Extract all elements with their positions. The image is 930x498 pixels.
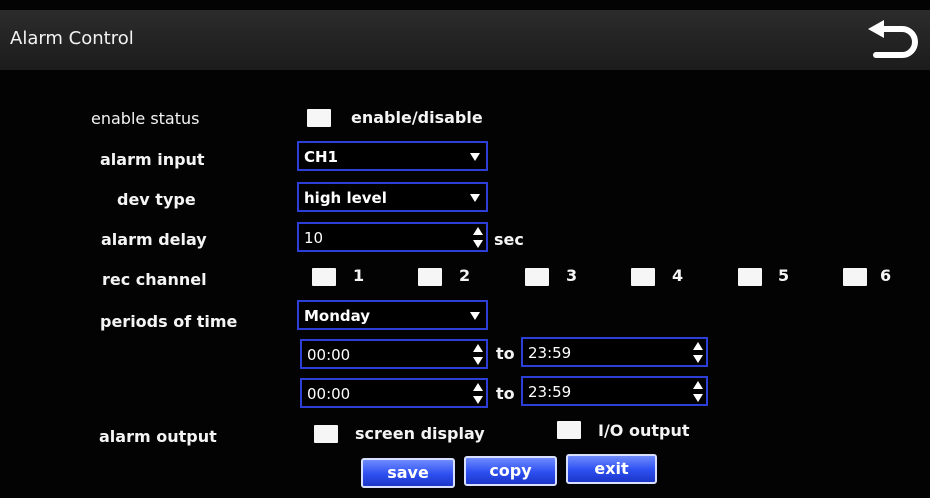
- spinner-arrows-icon[interactable]: [693, 381, 703, 403]
- alarm-delay-spinner[interactable]: 10: [297, 222, 488, 252]
- period-1-start-value: 00:00: [307, 346, 351, 364]
- rec-channel-number-5: 5: [778, 266, 790, 285]
- screen-display-label: screen display: [355, 424, 485, 443]
- day-value: Monday: [304, 307, 371, 325]
- alarm-delay-value: 10: [304, 229, 324, 247]
- alarm-delay-unit: sec: [494, 230, 524, 249]
- io-output-checkbox[interactable]: [557, 421, 581, 439]
- rec-channel-number-6: 6: [880, 266, 892, 285]
- rec-channel-checkbox-4[interactable]: [631, 268, 655, 286]
- period-1-end-spinner[interactable]: 23:59: [521, 337, 708, 367]
- period-2-to-label: to: [496, 384, 515, 403]
- back-button[interactable]: [862, 20, 920, 62]
- period-2-start-spinner[interactable]: 00:00: [300, 378, 488, 408]
- period-2-end-value: 23:59: [528, 383, 572, 401]
- enable-status-label: enable status: [91, 109, 200, 128]
- alarm-output-label: alarm output: [99, 427, 217, 446]
- dev-type-select[interactable]: high level: [297, 182, 488, 212]
- period-2-start-value: 00:00: [307, 385, 351, 403]
- alarm-input-value: CH1: [304, 148, 338, 166]
- chevron-down-icon: [470, 194, 480, 202]
- dev-type-value: high level: [304, 189, 387, 207]
- alarm-input-label: alarm input: [100, 150, 205, 169]
- spinner-arrows-icon[interactable]: [473, 383, 483, 405]
- dev-type-label: dev type: [117, 190, 196, 209]
- rec-channel-number-1: 1: [353, 266, 365, 285]
- day-select[interactable]: Monday: [297, 300, 488, 330]
- period-1-start-spinner[interactable]: 00:00: [300, 339, 488, 369]
- screen-display-checkbox[interactable]: [314, 425, 338, 443]
- back-arrow-icon: [868, 20, 918, 58]
- rec-channel-checkbox-1[interactable]: [312, 268, 336, 286]
- period-1-to-label: to: [496, 344, 515, 363]
- spinner-arrows-icon[interactable]: [473, 227, 483, 249]
- rec-channel-checkbox-2[interactable]: [418, 268, 442, 286]
- rec-channel-label: rec channel: [102, 270, 207, 289]
- rec-channel-number-4: 4: [672, 266, 684, 285]
- alarm-control-screen: Alarm Control enable status enable/disab…: [0, 0, 930, 498]
- alarm-delay-label: alarm delay: [101, 230, 207, 249]
- rec-channel-checkbox-6[interactable]: [843, 268, 867, 286]
- enable-checkbox[interactable]: [307, 109, 331, 127]
- period-1-end-value: 23:59: [528, 344, 572, 362]
- title-bar: Alarm Control: [0, 10, 930, 70]
- copy-button[interactable]: copy: [464, 456, 557, 486]
- rec-channel-number-2: 2: [459, 266, 471, 285]
- chevron-down-icon: [470, 312, 480, 320]
- exit-button[interactable]: exit: [566, 454, 657, 484]
- chevron-down-icon: [470, 153, 480, 161]
- enable-checkbox-label: enable/disable: [351, 108, 483, 127]
- rec-channel-checkbox-5[interactable]: [738, 268, 762, 286]
- period-2-end-spinner[interactable]: 23:59: [521, 376, 708, 406]
- alarm-input-select[interactable]: CH1: [297, 141, 488, 171]
- periods-of-time-label: periods of time: [100, 312, 238, 331]
- spinner-arrows-icon[interactable]: [693, 342, 703, 364]
- window-title: Alarm Control: [10, 28, 134, 49]
- io-output-label: I/O output: [598, 421, 690, 440]
- rec-channel-number-3: 3: [566, 266, 578, 285]
- rec-channel-checkbox-3[interactable]: [525, 268, 549, 286]
- spinner-arrows-icon[interactable]: [473, 344, 483, 366]
- save-button[interactable]: save: [361, 458, 455, 488]
